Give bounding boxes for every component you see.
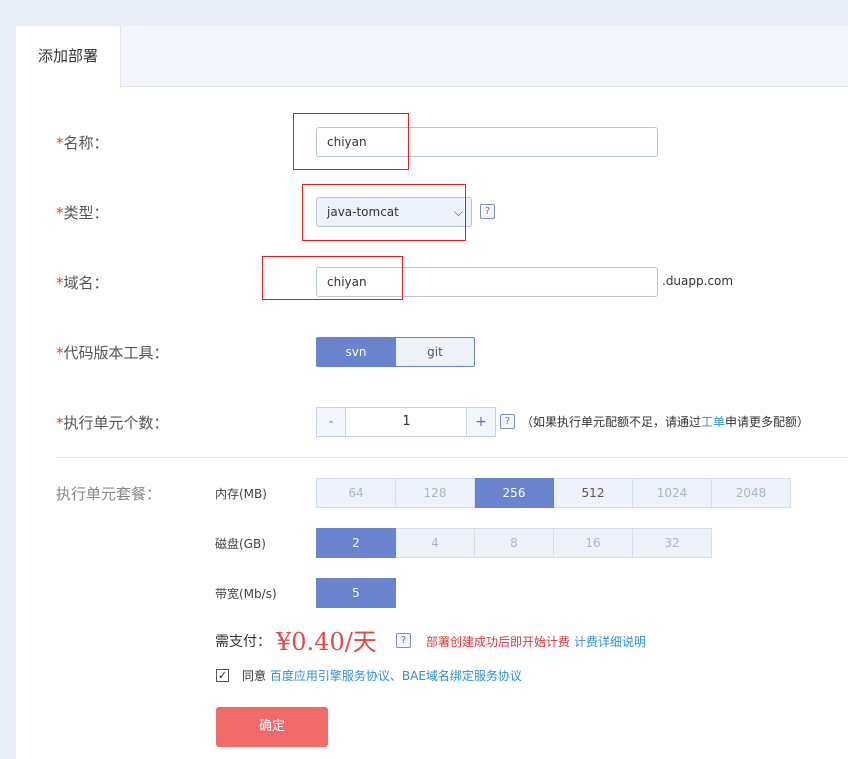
required-mark: *: [56, 274, 64, 292]
vcs-toggle: svn git: [316, 337, 475, 367]
confirm-button[interactable]: 确定: [216, 707, 328, 747]
units-input[interactable]: 1: [346, 407, 467, 437]
memory-option-2048[interactable]: 2048: [712, 478, 791, 508]
ticket-link[interactable]: 工单: [701, 415, 725, 429]
memory-option-256[interactable]: 256: [475, 478, 554, 508]
vcs-label-text: 代码版本工具：: [63, 344, 169, 362]
memory-options: 64 128 256 512 1024 2048: [316, 478, 791, 508]
disk-option-8[interactable]: 8: [475, 528, 554, 558]
domain-agreement-link[interactable]: BAE域名绑定服务协议: [402, 669, 522, 683]
name-input[interactable]: chiyan: [316, 127, 658, 157]
disk-option-2[interactable]: 2: [316, 528, 396, 558]
domain-label: *域名：: [56, 272, 109, 293]
vcs-option-svn[interactable]: svn: [316, 337, 396, 367]
name-label: *名称：: [56, 132, 109, 153]
type-select[interactable]: java-tomcat ⌵: [316, 197, 472, 227]
deploy-panel: 添加部署 *名称： chiyan *类型： java-tomcat ⌵ ? *域…: [16, 26, 848, 759]
hint-prefix: （如果执行单元配额不足，请通过: [521, 415, 702, 429]
bandwidth-options: 5: [316, 578, 396, 608]
billing-notice: 部署创建成功后即开始计费: [426, 635, 571, 649]
vcs-option-git[interactable]: git: [396, 337, 475, 367]
disk-option-32[interactable]: 32: [633, 528, 712, 558]
domain-input[interactable]: chiyan: [316, 267, 658, 297]
memory-label: 内存(MB): [215, 487, 267, 501]
divider: [56, 457, 848, 458]
required-mark: *: [56, 344, 64, 362]
help-icon[interactable]: ?: [480, 204, 495, 219]
memory-option-512[interactable]: 512: [554, 478, 633, 508]
units-hint: （如果执行单元配额不足，请通过工单申请更多配额）: [521, 413, 809, 430]
memory-option-128[interactable]: 128: [396, 478, 475, 508]
agreement-prefix: 同意: [242, 669, 267, 683]
units-label-text: 执行单元个数：: [63, 414, 169, 432]
type-select-value: java-tomcat: [327, 205, 399, 219]
help-icon[interactable]: ?: [396, 633, 411, 648]
disk-label: 磁盘(GB): [215, 537, 266, 551]
vcs-label: *代码版本工具：: [56, 342, 169, 363]
price-value: ¥0.40/天: [276, 628, 377, 656]
type-label: *类型：: [56, 202, 109, 223]
decrement-button[interactable]: -: [316, 407, 346, 437]
agree-checkbox[interactable]: ✓: [216, 669, 229, 682]
billing-detail-link[interactable]: 计费详细说明: [574, 633, 646, 650]
help-icon[interactable]: ?: [500, 414, 515, 429]
tab-add-deploy[interactable]: 添加部署: [16, 26, 121, 88]
required-mark: *: [56, 204, 64, 222]
hint-suffix: 申请更多配额）: [725, 415, 810, 429]
type-label-text: 类型：: [63, 204, 109, 222]
bandwidth-option-5[interactable]: 5: [316, 578, 396, 608]
memory-option-64[interactable]: 64: [316, 478, 396, 508]
agreement-text: 同意 百度应用引擎服务协议、BAE域名绑定服务协议: [242, 667, 522, 684]
disk-option-16[interactable]: 16: [554, 528, 633, 558]
bandwidth-label: 带宽(Mb/s): [215, 587, 277, 601]
service-agreement-link[interactable]: 百度应用引擎服务协议: [270, 669, 390, 683]
disk-option-4[interactable]: 4: [396, 528, 475, 558]
increment-button[interactable]: +: [466, 407, 496, 437]
required-mark: *: [56, 414, 64, 432]
required-mark: *: [56, 134, 64, 152]
tab-bar: 添加部署: [16, 26, 848, 88]
name-label-text: 名称：: [63, 134, 109, 152]
chevron-down-icon: ⌵: [453, 205, 463, 219]
payment-label: 需支付：: [215, 634, 271, 650]
units-label: *执行单元个数：: [56, 412, 169, 433]
package-label: 执行单元套餐：: [56, 485, 162, 503]
disk-options: 2 4 8 16 32: [316, 528, 712, 558]
memory-option-1024[interactable]: 1024: [633, 478, 712, 508]
domain-label-text: 域名：: [63, 274, 109, 292]
agreement-separator: 、: [389, 669, 402, 683]
domain-suffix: .duapp.com: [662, 274, 734, 288]
